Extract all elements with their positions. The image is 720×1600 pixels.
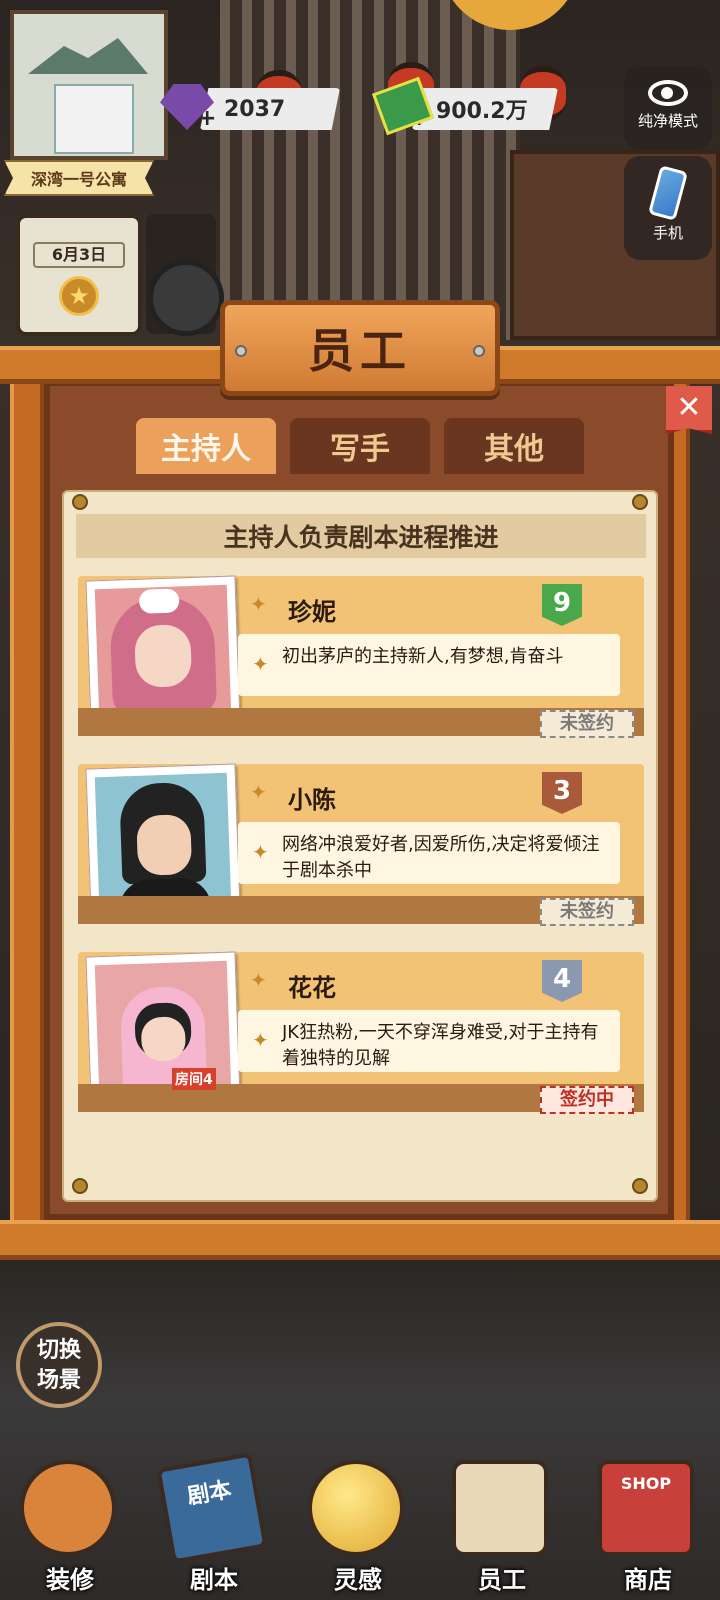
phone-button[interactable]: 手机 (624, 156, 712, 260)
staff-description-box: ✦ JK狂热粉,一天不穿浑身难受,对于主持有着独特的见解 (238, 1010, 620, 1072)
staff-list-paper: 主持人负责剧本进程推进 ✦ 珍妮 9 ✦ 初出茅庐的主持新人,有梦想,肯奋斗 未… (62, 490, 658, 1202)
nav-inspiration-label: 灵感 (334, 1566, 382, 1594)
staff-description: 网络冲浪爱好者,因爱所伤,决定将爱倾注于剧本杀中 (282, 834, 600, 881)
shop-icon: SHOP (598, 1460, 694, 1556)
nav-decorate[interactable]: 装修 (0, 1446, 140, 1600)
tab-other[interactable]: 其他 (444, 418, 584, 474)
nav-script[interactable]: 剧本 剧本 (144, 1446, 284, 1600)
tab-description: 主持人负责剧本进程推进 (76, 514, 646, 558)
tab-writer[interactable]: 写手 (290, 418, 430, 474)
window-art (10, 10, 168, 160)
pin-icon (632, 494, 648, 510)
staff-description: JK狂热粉,一天不穿浑身难受,对于主持有着独特的见解 (282, 1022, 599, 1069)
house-icon (20, 1460, 116, 1556)
sparkle-icon: ✦ (250, 780, 267, 804)
pin-icon (72, 1178, 88, 1194)
gem-counter[interactable]: + 2037 (200, 88, 340, 130)
avatar (85, 575, 241, 729)
staff-card-huahua[interactable]: 房间4 ✦ 花花 4 ✦ JK狂热粉,一天不穿浑身难受,对于主持有着独特的见解 … (78, 951, 644, 1114)
sparkle-icon: ✦ (252, 840, 269, 864)
shop-sign-text: SHOP (620, 1474, 672, 1493)
screw-icon (473, 345, 485, 357)
status-badge: 未签约 (540, 710, 634, 738)
avatar (85, 763, 241, 917)
eye-icon (648, 80, 688, 106)
lightbulb-icon (308, 1460, 404, 1556)
dialog-title: 员工 (220, 300, 500, 396)
star-medal-icon: ★ (59, 276, 99, 316)
sparkle-icon: ✦ (250, 592, 267, 616)
mountain-painting (28, 38, 148, 74)
bottom-nav: 装修 剧本 剧本 灵感 员工 SHOP 商店 (0, 1446, 720, 1600)
nav-decorate-label: 装修 (46, 1566, 94, 1594)
pure-mode-button[interactable]: 纯净模式 (624, 66, 712, 150)
phone-icon (648, 165, 688, 221)
staff-name: 珍妮 (288, 598, 336, 626)
staff-name: 花花 (288, 974, 336, 1002)
script-book-icon: 剧本 (156, 1452, 268, 1564)
level-badge: 3 (542, 772, 582, 814)
sparkle-icon: ✦ (252, 1028, 269, 1052)
staff-card-jenny[interactable]: ✦ 珍妮 9 ✦ 初出茅庐的主持新人,有梦想,肯奋斗 未签约 (78, 575, 644, 738)
camera-icon[interactable] (146, 214, 224, 336)
room-tag: 房间4 (172, 1068, 216, 1090)
address-banner: 深湾一号公寓 (4, 160, 154, 196)
nav-script-label: 剧本 (190, 1566, 238, 1594)
staff-card-xiaochen[interactable]: ✦ 小陈 3 ✦ 网络冲浪爱好者,因爱所伤,决定将爱倾注于剧本杀中 未签约 (78, 763, 644, 926)
pin-icon (632, 1178, 648, 1194)
staff-description-box: ✦ 初出茅庐的主持新人,有梦想,肯奋斗 (238, 634, 620, 696)
close-button[interactable]: ✕ (666, 386, 712, 434)
wall-slats (220, 0, 520, 340)
tab-host[interactable]: 主持人 (136, 418, 276, 474)
building-painting (54, 84, 134, 154)
frame-beam-bottom (0, 1220, 720, 1260)
nav-staff[interactable]: 员工 (432, 1446, 572, 1600)
money-value: 900.2万 (436, 99, 528, 124)
frame-post-left (10, 370, 44, 1230)
badge-icon (452, 1460, 548, 1556)
book-cover-text: 剧本 (185, 1477, 234, 1510)
avatar (85, 951, 241, 1105)
status-badge: 未签约 (540, 898, 634, 926)
gem-value: 2037 (224, 96, 286, 122)
status-badge: 签约中 (540, 1086, 634, 1114)
sparkle-icon: ✦ (252, 652, 269, 676)
phone-label: 手机 (652, 224, 683, 242)
sparkle-icon: ✦ (250, 968, 267, 992)
calendar[interactable]: 6月3日 ★ (16, 214, 142, 336)
level-badge: 9 (542, 584, 582, 626)
staff-tabs: 主持人 写手 其他 (136, 418, 584, 474)
staff-description-box: ✦ 网络冲浪爱好者,因爱所伤,决定将爱倾注于剧本杀中 (238, 822, 620, 884)
screw-icon (235, 345, 247, 357)
staff-description: 初出茅庐的主持新人,有梦想,肯奋斗 (282, 646, 564, 667)
nav-shop-label: 商店 (624, 1566, 672, 1594)
pin-icon (72, 494, 88, 510)
switch-scene-button[interactable]: 切换 场景 (16, 1322, 102, 1408)
staff-name: 小陈 (288, 786, 336, 814)
level-badge: 4 (542, 960, 582, 1002)
date-label: 6月3日 (33, 242, 125, 268)
pure-mode-label: 纯净模式 (637, 112, 698, 130)
dialog-title-text: 员工 (308, 324, 412, 378)
nav-staff-label: 员工 (478, 1566, 526, 1594)
close-icon: ✕ (676, 390, 702, 425)
money-counter[interactable]: + 900.2万 (412, 88, 558, 130)
nav-shop[interactable]: SHOP 商店 (578, 1446, 718, 1600)
nav-inspiration[interactable]: 灵感 (288, 1446, 428, 1600)
